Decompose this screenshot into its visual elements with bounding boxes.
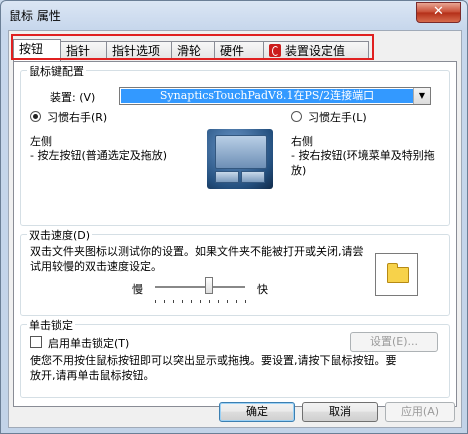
tab-label: 指针 [66,44,91,58]
left-button-title: 左侧 [30,135,52,148]
buttons-tab-page: 鼠标键配置 装置: (V) SynapticsTouchPadV8.1在PS/2… [13,61,457,407]
synaptics-icon [269,44,281,57]
touchpad-left-button [215,171,239,183]
slider-tick [209,300,210,303]
tab-label: 装置设定值 [285,44,346,58]
device-select[interactable]: SynapticsTouchPadV8.1在PS/2连接端口 ▼ [119,87,431,105]
slider-tick [200,300,201,303]
fast-label: 快 [257,283,268,296]
tab-device-settings[interactable]: 装置设定值 [263,41,369,60]
test-folder-area[interactable] [375,253,418,296]
right-handed-radio[interactable] [30,111,41,122]
tab-hardware[interactable]: 硬件 [214,41,264,60]
left-button-desc: - 按左按钮(普通选定及拖放) [30,149,168,162]
slider-tick [164,300,165,303]
slider-tick [173,300,174,303]
slider-tick [155,300,156,303]
touchpad-image [207,129,273,189]
close-button[interactable]: ✕ [416,2,461,23]
double-click-desc: 双击文件夹图标以测试你的设置。如果文件夹不能被打开或关闭,请尝试用较慢的双击速度… [30,245,364,273]
touchpad-surface [215,135,267,169]
tab-strip: 按钮 指针 指针选项 滑轮 硬件 装置设定值 [13,39,373,61]
click-lock-settings-button[interactable]: 设置(E)... [350,332,438,352]
slider-tick [227,300,228,303]
group-title: 单击锁定 [27,317,75,333]
chevron-down-icon[interactable]: ▼ [413,88,430,104]
ok-button[interactable]: 确定 [219,402,295,422]
folder-icon[interactable] [387,263,409,283]
slider-tick [245,300,246,303]
group-title: 鼠标键配置 [27,63,86,79]
close-icon: ✕ [433,4,444,19]
tab-label: 指针选项 [112,44,161,58]
double-click-speed-slider[interactable] [155,286,245,289]
device-select-value: SynapticsTouchPadV8.1在PS/2连接端口 [121,89,413,103]
slider-tick [218,300,219,303]
left-handed-radio[interactable] [291,111,302,122]
tab-wheel[interactable]: 滑轮 [171,41,215,60]
right-handed-label[interactable]: 习惯右手(R) [47,109,107,125]
cancel-button[interactable]: 取消 [302,402,378,422]
tab-buttons[interactable]: 按钮 [13,39,61,61]
title-bar[interactable]: 鼠标 属性 ✕ [1,1,467,29]
slider-tick [191,300,192,303]
right-button-desc: - 按右按钮(环境菜单及特别拖放) [291,149,435,177]
slider-tick [182,300,183,303]
slider-ticks [155,300,246,304]
slow-label: 慢 [132,283,143,296]
device-label: 装置: (V) [50,91,96,104]
slider-thumb[interactable] [205,277,213,294]
tab-label: 硬件 [220,44,245,58]
tab-label: 滑轮 [177,44,202,58]
click-lock-checkbox[interactable] [30,336,42,348]
group-title: 双击速度(D) [27,227,93,243]
window-title: 鼠标 属性 [9,9,61,23]
click-lock-label[interactable]: 启用单击锁定(T) [48,335,129,351]
apply-button[interactable]: 应用(A) [385,402,455,422]
mouse-properties-window: 鼠标 属性 ✕ 按钮 指针 指针选项 滑轮 硬件 装置设定值 鼠标键配置 装置:… [0,0,468,434]
touchpad-right-button [241,171,265,183]
click-lock-desc: 使您不用按住鼠标按钮即可以突出显示或拖拽。要设置,请按下鼠标按钮。要放开,请再单… [30,354,397,382]
slider-tick [236,300,237,303]
tab-label: 按钮 [19,42,44,56]
tab-pointers[interactable]: 指针 [60,41,107,60]
dialog-client-area: 按钮 指针 指针选项 滑轮 硬件 装置设定值 鼠标键配置 装置: (V) Syn… [8,30,462,428]
button-config-group: 鼠标键配置 装置: (V) SynapticsTouchPadV8.1在PS/2… [20,63,450,226]
tab-pointer-options[interactable]: 指针选项 [106,41,172,60]
right-button-title: 右侧 [291,135,313,148]
left-handed-label[interactable]: 习惯左手(L) [308,109,367,125]
